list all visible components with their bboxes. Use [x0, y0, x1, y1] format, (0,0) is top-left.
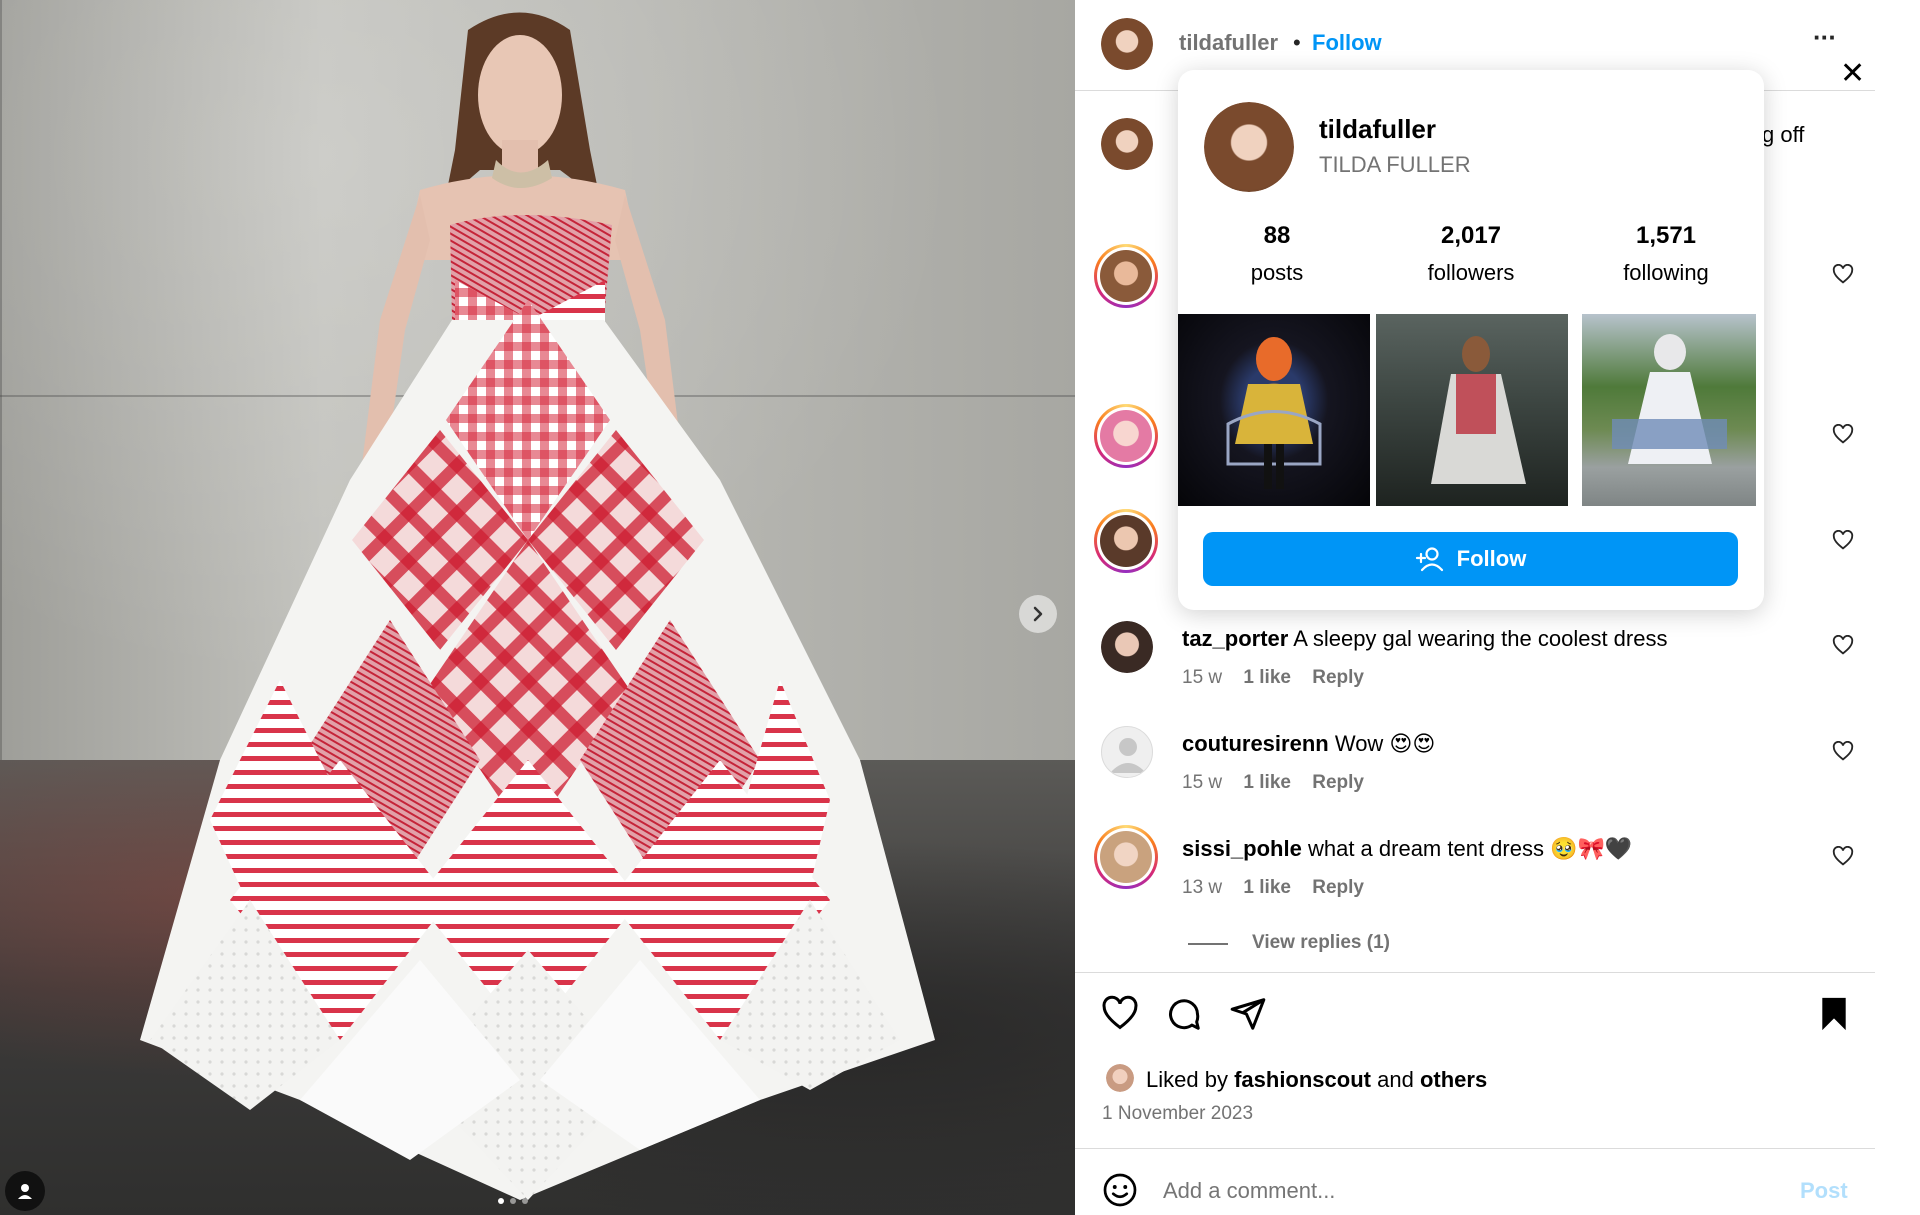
stat-label: posts: [1250, 260, 1304, 285]
chevron-right-icon: [1033, 606, 1043, 622]
hover-card-avatar[interactable]: [1204, 102, 1294, 192]
comment-box-divider: [1075, 1148, 1875, 1149]
profile-hover-card: tildafuller TILDA FULLER 88 posts 2,017 …: [1178, 70, 1764, 610]
comment-meta: 15 w 1 like Reply: [1182, 667, 1364, 689]
carousel-dot: [510, 1198, 516, 1204]
hover-card-follow-button[interactable]: Follow: [1203, 532, 1738, 586]
post-media[interactable]: [0, 0, 1075, 1215]
next-image-button[interactable]: [1019, 595, 1057, 633]
comment-reply-button[interactable]: Reply: [1312, 667, 1364, 688]
caption-author-avatar[interactable]: [1101, 118, 1153, 170]
instagram-post-modal: tildafuller • Follow ··· ✕ g off taz_por…: [0, 0, 1920, 1215]
comment-avatar-default[interactable]: [1101, 726, 1153, 778]
add-user-icon: [1415, 547, 1443, 572]
comment: couturesirenn Wow 😍😍: [1182, 731, 1435, 757]
comment-username[interactable]: couturesirenn: [1182, 731, 1329, 756]
stat-value: 88: [1263, 222, 1291, 249]
close-button[interactable]: ✕: [1840, 56, 1865, 91]
carousel-dots: [498, 1198, 528, 1204]
share-send-icon[interactable]: [1229, 995, 1267, 1033]
comment-avatar[interactable]: [1094, 244, 1158, 308]
view-replies-button[interactable]: View replies (1): [1252, 932, 1390, 954]
recent-post-thumbnail[interactable]: [1376, 314, 1568, 506]
comment-text: what a dream tent dress 🥹🎀🖤: [1307, 836, 1633, 861]
comment-text: A sleepy gal wearing the coolest dress: [1293, 626, 1668, 651]
post-comment-button[interactable]: Post: [1800, 1178, 1848, 1204]
comment-username[interactable]: taz_porter: [1182, 626, 1288, 651]
liked-by: Liked by fashionscout and others: [1146, 1067, 1487, 1093]
comment-likes[interactable]: 1 like: [1243, 667, 1291, 688]
liked-by-others[interactable]: others: [1420, 1067, 1487, 1092]
comment-reply-button[interactable]: Reply: [1312, 877, 1364, 898]
liked-by-prefix: Liked by: [1146, 1067, 1228, 1092]
comment-time: 13 w: [1182, 877, 1223, 898]
stat-value: 1,571: [1635, 222, 1697, 249]
author-username[interactable]: tildafuller: [1179, 30, 1278, 56]
tagged-users-button[interactable]: [5, 1171, 45, 1211]
stat-posts[interactable]: 88 posts: [1187, 222, 1367, 286]
comment-likes[interactable]: 1 like: [1243, 772, 1291, 793]
comment-like-heart-icon[interactable]: [1832, 424, 1854, 446]
model-photo: [140, 12, 935, 1200]
header-follow-button[interactable]: Follow: [1312, 30, 1382, 56]
like-heart-icon[interactable]: [1101, 995, 1139, 1033]
replies-line: [1188, 943, 1228, 945]
stat-followers[interactable]: 2,017 followers: [1381, 222, 1561, 286]
comment: sissi_pohle what a dream tent dress 🥹🎀🖤: [1182, 836, 1632, 862]
carousel-dot: [498, 1198, 504, 1204]
comment-like-heart-icon[interactable]: [1832, 741, 1854, 763]
bookmark-saved-icon[interactable]: [1816, 995, 1852, 1033]
add-comment-input[interactable]: [1163, 1172, 1743, 1210]
thumbnail-figure: [1612, 334, 1727, 464]
comment-avatar[interactable]: [1094, 825, 1158, 889]
recent-post-thumbnail[interactable]: [1582, 314, 1756, 506]
comment-time: 15 w: [1182, 772, 1223, 793]
default-user-icon: [1110, 738, 1146, 773]
stat-label: followers: [1427, 260, 1515, 285]
post-date[interactable]: 1 November 2023: [1102, 1103, 1253, 1125]
liker-avatar[interactable]: [1106, 1064, 1134, 1092]
comment-time: 15 w: [1182, 667, 1223, 688]
caption-text: g off: [1762, 122, 1805, 147]
hover-card-full-name: TILDA FULLER: [1319, 152, 1471, 177]
comment-username[interactable]: sissi_pohle: [1182, 836, 1302, 861]
comment-likes[interactable]: 1 like: [1243, 877, 1291, 898]
actions-divider: [1075, 972, 1875, 973]
comment-like-heart-icon[interactable]: [1832, 264, 1854, 286]
thumbnail-figure: [1431, 336, 1526, 484]
author-avatar[interactable]: [1101, 18, 1153, 70]
comment-like-heart-icon[interactable]: [1832, 846, 1854, 868]
comment-avatar[interactable]: [1094, 509, 1158, 573]
more-options-button[interactable]: ···: [1813, 22, 1837, 53]
liked-by-user[interactable]: fashionscout: [1234, 1067, 1371, 1092]
comment: taz_porter A sleepy gal wearing the cool…: [1182, 626, 1667, 652]
comment-like-heart-icon[interactable]: [1832, 635, 1854, 657]
liked-by-conj: and: [1377, 1067, 1414, 1092]
hover-card-follow-label: Follow: [1456, 546, 1527, 571]
user-icon: [18, 1184, 32, 1199]
comment-avatar[interactable]: [1101, 621, 1153, 673]
recent-post-thumbnail[interactable]: [1178, 314, 1370, 506]
hover-card-username[interactable]: tildafuller: [1319, 114, 1436, 145]
thumbnail-figure: [1226, 337, 1322, 489]
comment-text: Wow 😍😍: [1334, 731, 1436, 756]
emoji-icon[interactable]: [1102, 1172, 1138, 1208]
stat-label: following: [1623, 260, 1709, 285]
comment-avatar[interactable]: [1094, 404, 1158, 468]
comment-icon[interactable]: [1165, 995, 1203, 1033]
comment-reply-button[interactable]: Reply: [1312, 772, 1364, 793]
stat-value: 2,017: [1440, 222, 1502, 249]
separator-dot: •: [1293, 30, 1301, 55]
carousel-dot: [522, 1198, 528, 1204]
comment-like-heart-icon[interactable]: [1832, 530, 1854, 552]
comment-meta: 13 w 1 like Reply: [1182, 877, 1364, 899]
stat-following[interactable]: 1,571 following: [1576, 222, 1756, 286]
comment-meta: 15 w 1 like Reply: [1182, 772, 1364, 794]
